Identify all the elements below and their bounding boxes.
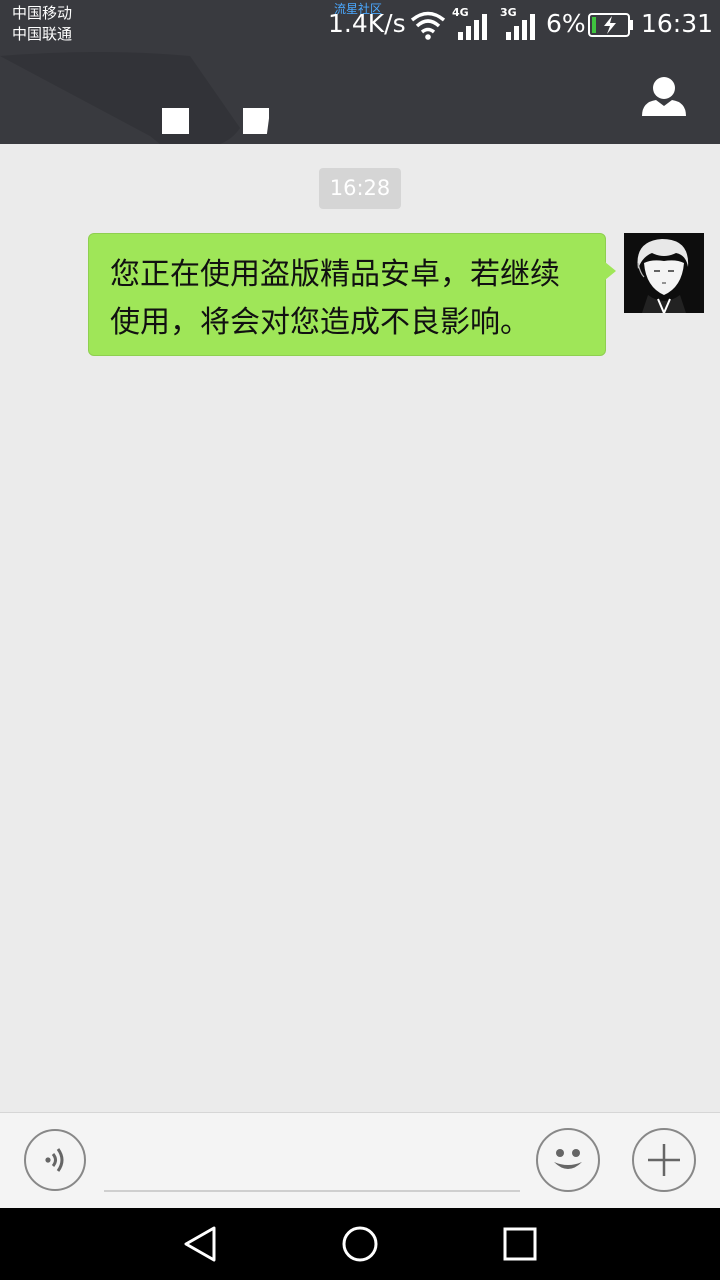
home-circle-icon[interactable] xyxy=(336,1220,384,1268)
person-icon[interactable] xyxy=(636,70,692,126)
signal-bars-icon xyxy=(458,14,487,40)
signal-bars-icon xyxy=(506,14,535,40)
status-time: 16:31 xyxy=(641,9,714,38)
back-triangle-icon[interactable] xyxy=(176,1220,224,1268)
message-timestamp: 16:28 xyxy=(319,168,401,209)
avatar[interactable] xyxy=(624,233,704,313)
voice-button[interactable] xyxy=(24,1129,86,1191)
redacted-title-block xyxy=(162,108,189,134)
header-title-scribble xyxy=(0,52,240,144)
more-actions-button[interactable] xyxy=(632,1128,696,1192)
bubble-tail xyxy=(605,262,616,280)
emoji-button[interactable] xyxy=(536,1128,600,1192)
message-text-line-2: 使用，将会对您造成不良影响。 xyxy=(110,305,530,340)
voice-icon xyxy=(45,1148,64,1172)
message-text-line-1: 您正在使用盗版精品安卓，若继续 xyxy=(110,257,560,292)
redacted-title-block xyxy=(243,108,269,134)
wifi-icon xyxy=(410,11,446,40)
message-input[interactable] xyxy=(104,1150,520,1192)
carrier-2-label: 中国联通 xyxy=(12,25,73,43)
signal-3g-indicator: 3G xyxy=(500,6,538,40)
battery-percent: 6% xyxy=(546,9,586,38)
signal-4g-indicator: 4G xyxy=(452,6,490,40)
avatar-portrait-icon xyxy=(624,233,704,313)
plus-icon xyxy=(648,1144,680,1176)
recents-square-icon[interactable] xyxy=(496,1220,544,1268)
sent-message-bubble[interactable]: 您正在使用盗版精品安卓，若继续 使用，将会对您造成不良影响。 xyxy=(88,233,606,356)
battery-charging-icon xyxy=(588,13,633,37)
emoji-icon xyxy=(554,1149,582,1169)
status-bar: 中国移动 中国联通 流星社区 1.4K/s 4G 3G 6% 16:31 xyxy=(0,0,720,48)
network-speed: 1.4K/s xyxy=(328,9,406,38)
chat-header xyxy=(0,48,720,144)
carrier-1-label: 中国移动 xyxy=(12,4,73,22)
